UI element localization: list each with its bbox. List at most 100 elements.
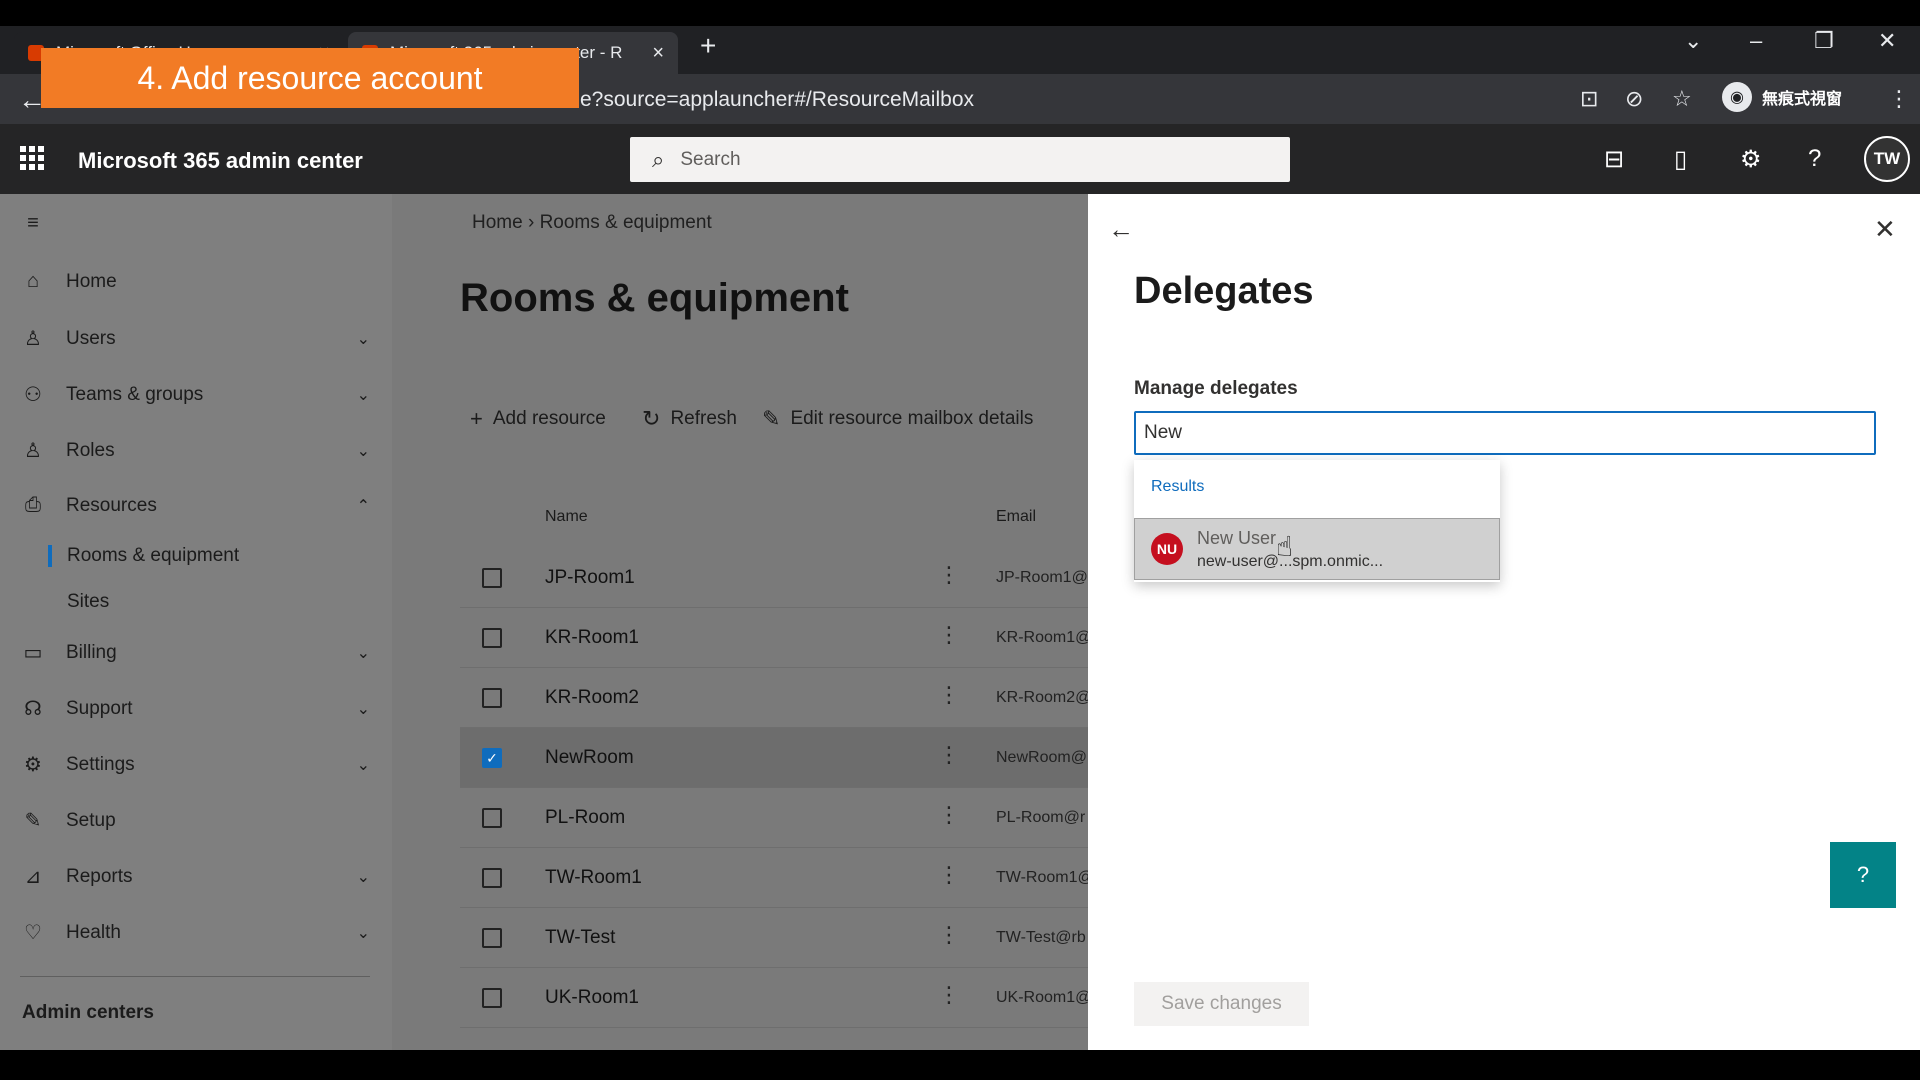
hamburger-icon[interactable]: ≡ [20,212,370,235]
star-icon[interactable]: ☆ [1672,86,1692,112]
row-name[interactable]: KR-Room2 [545,687,639,709]
row-checkbox[interactable] [482,928,502,948]
sidebar-item-reports[interactable]: ⊿ Reports ⌄ [20,864,370,889]
more-options-icon[interactable]: ⋮ [938,982,960,1008]
sidebar-item-label: Billing [66,641,117,663]
avatar[interactable]: TW [1864,136,1910,182]
row-email: TW-Test@rb [996,929,1086,946]
app-title[interactable]: Microsoft 365 admin center [78,148,363,174]
row-email: UK-Room1@ [996,989,1088,1006]
terminal-icon[interactable]: ⊟ [1604,145,1624,174]
chevron-down-icon: ⌄ [356,924,370,942]
row-name[interactable]: KR-Room1 [545,627,639,649]
incognito-icon: ◉ [1722,82,1752,112]
delegate-search-input[interactable] [1134,411,1876,455]
more-options-icon[interactable]: ⋮ [938,922,960,948]
table-row[interactable]: JP-Room1 ⋮ JP-Room1@ [460,548,1088,608]
printer-icon: ⎙ [25,494,41,516]
sidebar-subitem-rooms-equipment[interactable]: Rooms & equipment [67,545,239,567]
table-row-selected[interactable]: ✓ NewRoom ⋮ NewRoom@ [460,728,1088,788]
sidebar-item-resources[interactable]: ⎙ Resources ⌃ [20,494,370,517]
row-name[interactable]: NewRoom [545,747,634,769]
close-window-icon[interactable]: ✕ [1878,28,1896,54]
back-arrow-icon[interactable]: ← [1108,214,1134,245]
save-changes-button[interactable]: Save changes [1134,982,1309,1026]
more-options-icon[interactable]: ⋮ [938,682,960,708]
row-checkbox[interactable] [482,628,502,648]
manage-delegates-label: Manage delegates [1134,378,1298,399]
result-item-new-user[interactable]: NU New User new-user@...spm.onmic... [1134,518,1500,580]
column-header-email[interactable]: Email [996,508,1036,526]
row-checkbox-checked[interactable]: ✓ [482,748,502,768]
sidebar-item-label: Setup [66,809,116,831]
selected-indicator [48,545,52,567]
more-options-icon[interactable]: ⋮ [938,562,960,588]
table-row[interactable]: PL-Room ⋮ PL-Room@r [460,788,1088,848]
sidebar-item-label: Settings [66,753,135,775]
mobile-icon[interactable]: ▯ [1674,145,1687,174]
row-checkbox[interactable] [482,988,502,1008]
more-options-icon[interactable]: ⋮ [938,802,960,828]
incognito-badge[interactable]: ◉ 無痕式視窗 [1722,82,1842,112]
browser-menu-icon[interactable]: ⋮ [1888,86,1910,112]
chevron-down-icon: ⌄ [356,868,370,886]
row-name[interactable]: JP-Room1 [545,567,635,589]
tab-search-icon[interactable]: ⌄ [1684,28,1702,54]
help-icon[interactable]: ? [1808,145,1821,173]
add-resource-button[interactable]: + Add resource [470,406,606,432]
search-input[interactable]: ⌕ Search [630,137,1290,182]
restore-icon[interactable]: ❐ [1814,28,1834,54]
incognito-label: 無痕式視窗 [1762,91,1843,108]
url-text[interactable]: e?source=applauncher#/ResourceMailbox [580,88,974,112]
tab-close-icon[interactable]: × [652,42,664,65]
sidebar-subitem-sites[interactable]: Sites [67,591,109,613]
row-checkbox[interactable] [482,688,502,708]
row-checkbox[interactable] [482,808,502,828]
screen-bottom-bar [0,1050,1920,1080]
more-options-icon[interactable]: ⋮ [938,622,960,648]
new-tab-icon[interactable]: + [700,30,716,62]
row-checkbox[interactable] [482,568,502,588]
table-row[interactable]: TW-Room1 ⋮ TW-Room1@ [460,848,1088,908]
edit-resource-button[interactable]: ✎ Edit resource mailbox details [762,406,1033,432]
refresh-button[interactable]: ↻ Refresh [642,406,737,432]
sidebar-item-label: Reports [66,865,133,887]
sidebar-item-settings[interactable]: ⚙ Settings ⌄ [20,752,370,777]
more-options-icon[interactable]: ⋮ [938,742,960,768]
refresh-icon: ↻ [642,406,661,431]
sidebar-item-health[interactable]: ♡ Health ⌄ [20,920,370,945]
sidebar-item-setup[interactable]: ✎ Setup [20,808,370,833]
table-row[interactable]: TW-Test ⋮ TW-Test@rb [460,908,1088,968]
sidebar-item-home[interactable]: ⌂ Home [20,270,370,293]
sidebar-item-label: Roles [66,439,115,461]
gear-icon[interactable]: ⚙ [1740,145,1762,174]
row-name[interactable]: TW-Room1 [545,867,642,889]
sidebar-item-roles[interactable]: ♙ Roles ⌄ [20,438,370,463]
sidebar-item-support[interactable]: ☊ Support ⌄ [20,696,370,721]
table-row[interactable]: KR-Room2 ⋮ KR-Room2@ [460,668,1088,728]
chevron-up-icon: ⌃ [356,497,370,515]
screen-top-bar [0,0,1920,26]
people-icon: ⚇ [24,384,42,406]
row-name[interactable]: PL-Room [545,807,625,829]
sidebar-item-billing[interactable]: ▭ Billing ⌄ [20,640,370,665]
table-row[interactable]: KR-Room1 ⋮ KR-Room1@ [460,608,1088,668]
chart-icon: ⊿ [24,866,42,888]
sidebar-item-teams-groups[interactable]: ⚇ Teams & groups ⌄ [20,382,370,407]
row-checkbox[interactable] [482,868,502,888]
row-name[interactable]: TW-Test [545,927,615,949]
close-icon[interactable]: ✕ [1874,214,1896,245]
breadcrumb-home[interactable]: Home [472,212,523,233]
app-launcher-icon[interactable] [20,146,44,170]
translate-icon[interactable]: ⊡ [1580,86,1598,112]
breadcrumb-current: Rooms & equipment [539,212,712,233]
row-name[interactable]: UK-Room1 [545,987,639,1009]
more-options-icon[interactable]: ⋮ [938,862,960,888]
column-header-name[interactable]: Name [545,508,588,526]
minimize-icon[interactable]: – [1750,28,1762,54]
sidebar-item-users[interactable]: ♙ Users ⌄ [20,326,370,351]
table-row[interactable]: UK-Room1 ⋮ UK-Room1@ [460,968,1088,1028]
person-icon: ♙ [24,328,42,350]
help-chat-icon[interactable]: ? [1830,842,1896,908]
eye-off-icon[interactable]: ⊘ [1625,86,1643,112]
